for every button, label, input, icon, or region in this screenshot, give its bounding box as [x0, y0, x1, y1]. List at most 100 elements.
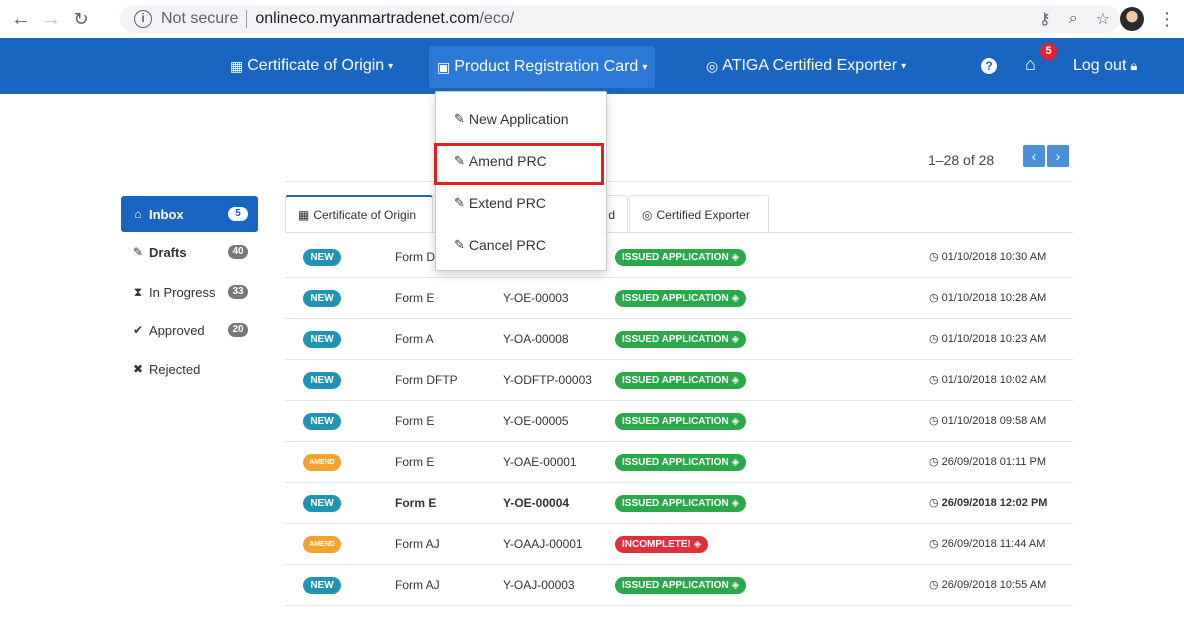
reference-number: Y-OE-00005 — [503, 414, 569, 428]
table-row[interactable]: AMEND Form E Y-OAE-00001 ISSUED APPLICATION… — [285, 442, 1073, 483]
pagination-text: 1–28 of 28 — [928, 152, 995, 168]
divider — [285, 181, 1073, 182]
tag-icon: ◈ — [728, 375, 740, 386]
menu-item-new-application[interactable]: ✎ New Application — [436, 102, 606, 136]
status-badge: ISSUED APPLICATION ◈ — [615, 577, 747, 594]
reference-number: Y-OE-00004 — [503, 496, 570, 510]
sidebar-item-in-progress[interactable]: ⧗ In Progress 33 — [121, 274, 258, 310]
prev-page-button[interactable]: ‹ — [1023, 145, 1045, 167]
table-row[interactable]: AMEND Form AJ Y-OAAJ-00001 INCOMPLETE! ◈ ◷ 2… — [285, 524, 1073, 565]
status-label: ISSUED APPLICATION — [622, 416, 729, 427]
type-badge: NEW — [303, 577, 341, 594]
nav-certificate-of-origin[interactable]: ▦ Certificate of Origin ▾ — [230, 38, 393, 94]
reference-number: Y-ODFTP-00003 — [503, 373, 592, 387]
tag-icon: ◈ — [690, 539, 702, 550]
reference-number: Y-OAE-00001 — [503, 455, 577, 469]
sidebar-item-approved[interactable]: ✔ Approved 20 — [121, 312, 258, 348]
home-icon[interactable]: ⌂ — [1025, 54, 1036, 75]
back-arrow-icon[interactable]: ← — [8, 8, 34, 31]
form-type: Form AJ — [395, 578, 440, 592]
table-row[interactable]: NEW Form DFTP Y-ODFTP-00003 ISSUED APPLICAT… — [285, 360, 1073, 401]
status-badge: ISSUED APPLICATION ◈ — [615, 331, 747, 348]
badge-icon: ◎ — [706, 57, 719, 74]
zoom-icon[interactable]: ⌕ — [1069, 10, 1078, 28]
tab-label: d — [608, 207, 615, 222]
table-row[interactable]: NEW Form A Y-OA-00008 ISSUED APPLICATION ◈ ◷… — [285, 319, 1073, 360]
key-icon[interactable]: ⚷ — [1039, 9, 1051, 29]
table-row[interactable]: NEW Form AJ Y-OAJ-00003 ISSUED APPLICATION … — [285, 565, 1073, 606]
reference-number: Y-OA-00008 — [503, 332, 569, 346]
pencil-icon: ✎ — [454, 111, 465, 126]
timestamp-text: 01/10/2018 10:02 AM — [941, 374, 1047, 386]
nav-product-registration-card[interactable]: ▣ Product Registration Card ▾ — [429, 46, 656, 88]
form-type: Form E — [395, 496, 437, 510]
clock-icon: ◷ — [929, 251, 942, 263]
pencil-icon: ✎ — [454, 153, 465, 168]
table-row[interactable]: NEW Form D ISSUED APPLICATION ◈ ◷ 01/10/201… — [285, 237, 1073, 278]
status-badge: ISSUED APPLICATION ◈ — [615, 249, 747, 266]
clock-icon: ◷ — [929, 374, 942, 386]
sidebar-item-drafts[interactable]: ✎ Drafts 40 — [121, 234, 258, 270]
timestamp: ◷ 26/09/2018 11:44 AM — [929, 537, 1045, 550]
help-icon[interactable]: ? — [981, 58, 997, 74]
timestamp-text: 01/10/2018 10:28 AM — [941, 292, 1047, 304]
clock-icon: ◷ — [929, 497, 942, 509]
next-page-button[interactable]: › — [1047, 145, 1069, 167]
notification-badge: 5 — [1040, 43, 1057, 60]
nav-atiga-certified-exporter[interactable]: ◎ ATIGA Certified Exporter ▾ — [706, 38, 906, 94]
type-badge: AMEND — [303, 454, 341, 471]
info-icon[interactable]: i — [134, 10, 152, 28]
menu-item-cancel-prc[interactable]: ✎ Cancel PRC — [436, 228, 606, 262]
timestamp: ◷ 26/09/2018 12:02 PM — [929, 496, 1047, 509]
timestamp: ◷ 01/10/2018 10:23 AM — [929, 332, 1046, 345]
certificate-icon: ▦ — [230, 57, 244, 74]
more-menu-icon[interactable]: ⋮ — [1158, 9, 1176, 30]
clock-icon: ◷ — [929, 538, 942, 550]
menu-item-label: New Application — [468, 111, 569, 127]
table-row[interactable]: NEW Form E Y-OE-00005 ISSUED APPLICATION ◈ ◷… — [285, 401, 1073, 442]
timestamp-text: 01/10/2018 10:23 AM — [941, 333, 1047, 345]
address-bar[interactable]: i Not secure onlineco.myanmartradenet.co… — [120, 5, 1120, 33]
form-type: Form DFTP — [395, 373, 458, 387]
forward-arrow-icon[interactable]: → — [38, 8, 64, 31]
table-row[interactable]: NEW Form E Y-OE-00004 ISSUED APPLICATION ◈ ◷… — [285, 483, 1073, 524]
caret-down-icon: ▾ — [388, 60, 394, 72]
badge-icon: ◎ — [642, 207, 653, 222]
type-badge: NEW — [303, 331, 341, 348]
clock-icon: ◷ — [929, 292, 942, 304]
clock-icon: ◷ — [929, 333, 942, 345]
menu-item-extend-prc[interactable]: ✎ Extend PRC — [436, 186, 606, 220]
tab-label: Certified Exporter — [656, 207, 750, 222]
tab-certified-exporter[interactable]: ◎ Certified Exporter — [629, 195, 769, 233]
status-badge: INCOMPLETE! ◈ — [615, 536, 709, 553]
status-badge: ISSUED APPLICATION ◈ — [615, 413, 747, 430]
logout-button[interactable]: Log out 🔒︎ — [1073, 38, 1137, 94]
status-badge: ISSUED APPLICATION ◈ — [615, 495, 747, 512]
sidebar-item-label: Inbox — [149, 206, 184, 222]
type-badge: NEW — [303, 372, 341, 389]
table-row[interactable]: NEW Form E Y-OE-00003 ISSUED APPLICATION ◈ ◷… — [285, 278, 1073, 319]
form-type: Form D — [395, 250, 435, 264]
type-badge: NEW — [303, 495, 341, 512]
timestamp-text: 26/09/2018 10:55 AM — [941, 579, 1047, 591]
form-type: Form E — [395, 291, 435, 305]
type-badge: NEW — [303, 249, 341, 266]
timestamp-text: 26/09/2018 12:02 PM — [941, 497, 1048, 509]
menu-item-label: Amend PRC — [468, 153, 547, 169]
menu-item-label: Extend PRC — [468, 195, 546, 211]
tab-certificate-of-origin[interactable]: ▦ Certificate of Origin — [285, 195, 433, 233]
count-badge: 40 — [228, 245, 248, 259]
menu-item-amend-prc[interactable]: ✎ Amend PRC — [436, 144, 606, 178]
timestamp-text: 01/10/2018 09:58 AM — [941, 415, 1047, 427]
star-icon[interactable]: ☆ — [1096, 9, 1110, 29]
tag-icon: ◈ — [728, 252, 740, 263]
sidebar-item-rejected[interactable]: ✖ Rejected — [121, 351, 258, 387]
profile-avatar[interactable] — [1120, 7, 1144, 31]
reload-icon[interactable]: ↻ — [68, 9, 94, 30]
timestamp: ◷ 01/10/2018 10:02 AM — [929, 373, 1046, 386]
timestamp: ◷ 26/09/2018 01:11 PM — [929, 455, 1046, 468]
timestamp: ◷ 26/09/2018 10:55 AM — [929, 578, 1046, 591]
sidebar-item-inbox[interactable]: ⌂ Inbox 5 — [121, 196, 258, 232]
status-badge: ISSUED APPLICATION ◈ — [615, 454, 747, 471]
prc-dropdown-menu: ✎ New Application ✎ Amend PRC ✎ Extend P… — [435, 91, 607, 271]
